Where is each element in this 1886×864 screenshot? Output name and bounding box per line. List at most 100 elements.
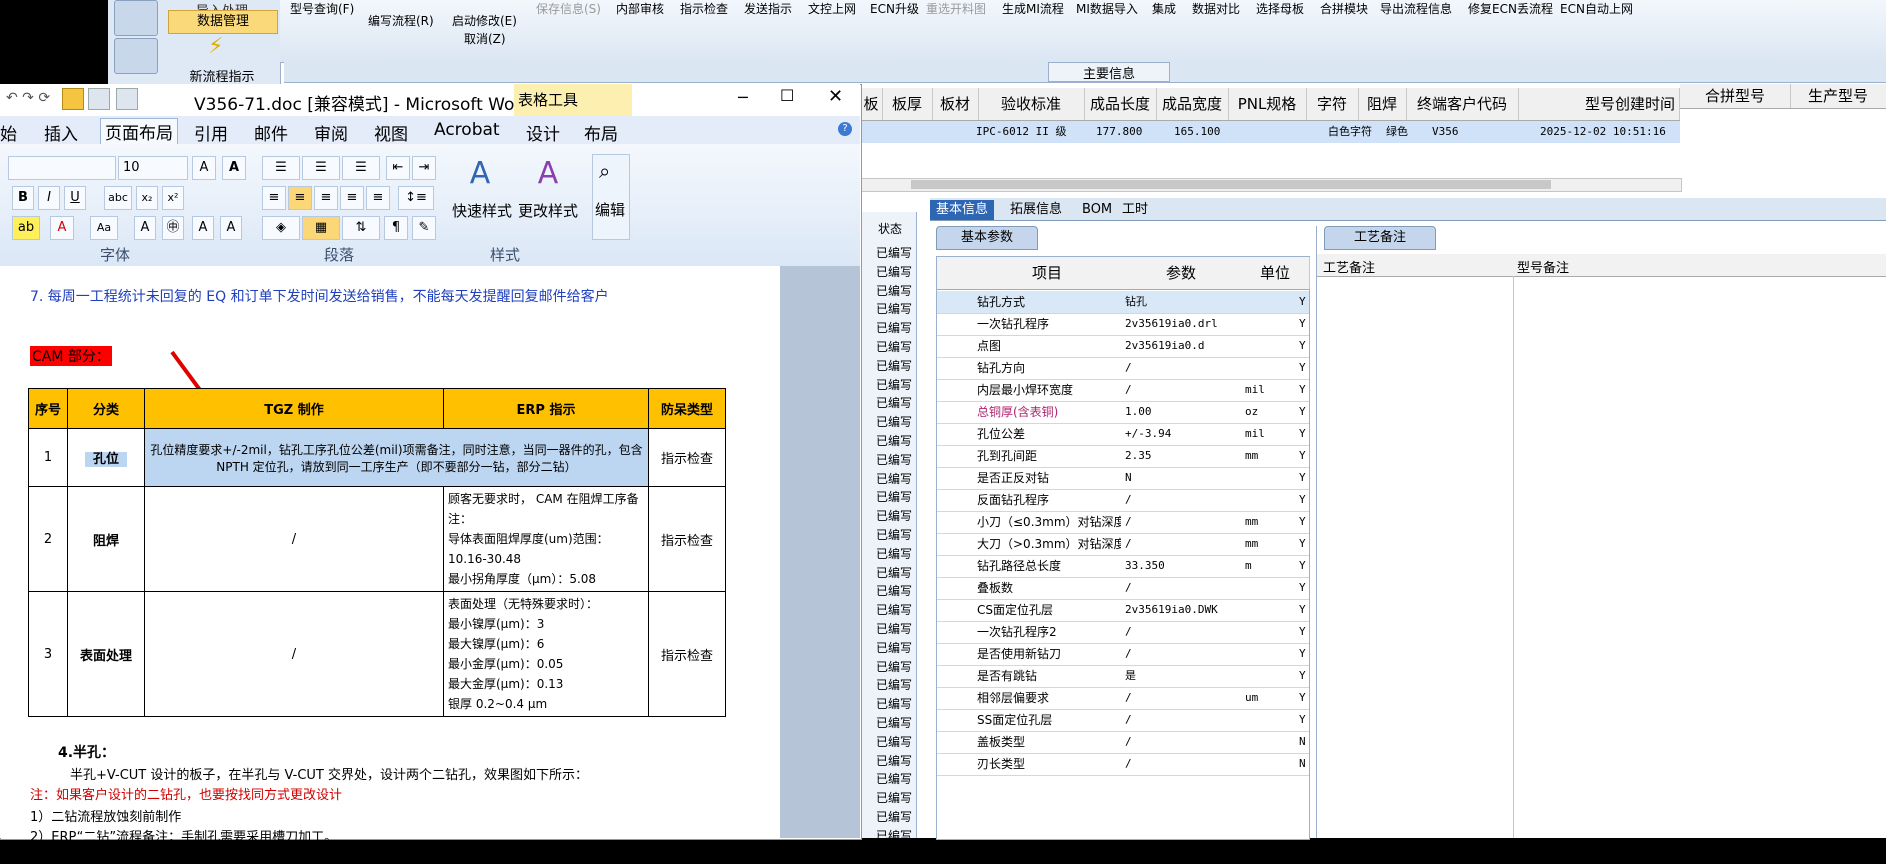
quick-style-button[interactable]: 快速样式 (452, 200, 512, 221)
multilevel-icon[interactable]: ☰ (342, 156, 380, 180)
tb-select-mother[interactable]: 选择母板 (1256, 0, 1304, 17)
asian-layout-icon[interactable]: ✎ (412, 216, 436, 240)
tab-process-notes[interactable]: 工艺备注 (1324, 226, 1436, 250)
params-row[interactable]: SS面定位孔层 / Y (937, 709, 1309, 732)
nav-item-data-management[interactable]: 数据管理 (168, 10, 278, 34)
tab-basic-info[interactable]: 基本信息 (930, 200, 995, 220)
params-row[interactable]: 钻孔路径总长度 33.350 m Y (937, 555, 1309, 578)
italic-icon[interactable]: I (38, 186, 60, 210)
col-customer[interactable]: 终端客户代码 (1406, 88, 1519, 120)
tab-basic-params[interactable]: 基本参数 (936, 226, 1038, 250)
ribbon-tab-insert[interactable]: 插入 (44, 120, 78, 145)
justify-icon[interactable]: ≡ (340, 186, 364, 210)
increase-indent-icon[interactable]: ⇥ (412, 156, 436, 180)
tab-bom[interactable]: BOM (1076, 200, 1118, 220)
tb-internal-review[interactable]: 内部审核 (616, 0, 664, 17)
params-row[interactable]: 钻孔方式 钻孔 Y (937, 291, 1309, 314)
align-center-icon[interactable]: ≡ (288, 186, 312, 210)
change-style-button[interactable]: 更改样式 (518, 200, 578, 221)
quick-style-icon[interactable]: A (462, 156, 498, 196)
numbering-icon[interactable]: ☰ (302, 156, 340, 180)
ribbon-tab-view[interactable]: 视图 (374, 120, 408, 145)
col-thickness[interactable]: 板厚 (882, 88, 933, 120)
grow-font-icon[interactable]: A (192, 156, 216, 180)
tb-reselect[interactable]: 重选开料图 (926, 0, 986, 17)
tb-start-modify[interactable]: 启动修改(E) (452, 12, 517, 29)
col-material[interactable]: 板材 (932, 88, 979, 120)
underline-icon[interactable]: U (64, 186, 86, 210)
tb-mi-import[interactable]: MI数据导入 (1076, 0, 1138, 17)
params-row[interactable]: 一次钻孔程序2 / Y (937, 621, 1309, 644)
superscript-icon[interactable]: x² (162, 186, 184, 210)
tb-repair-ecn[interactable]: 修复ECN丢流程 (1468, 0, 1553, 17)
strikethrough-icon[interactable]: abc (104, 186, 132, 210)
col-pnl[interactable]: PNL规格 (1228, 88, 1307, 120)
font-color-icon[interactable]: A (50, 216, 74, 240)
tb-publish[interactable]: 文控上网 (808, 0, 856, 17)
tb-integrate[interactable]: 集成 (1152, 0, 1176, 17)
params-row[interactable]: 叠板数 / Y (937, 577, 1309, 600)
ribbon-tab-home[interactable]: 始 (0, 120, 17, 145)
grid-scrollbar[interactable] (860, 178, 1682, 192)
params-row[interactable]: 相邻层偏要求 / um Y (937, 687, 1309, 710)
tb-instruction-check[interactable]: 指示检查 (680, 0, 728, 17)
ribbon-tab-mailings[interactable]: 邮件 (254, 120, 288, 145)
shading-icon[interactable]: ◈ (262, 216, 300, 240)
show-marks-icon[interactable]: ¶ (384, 216, 408, 240)
tb-send-instruction[interactable]: 发送指示 (744, 0, 792, 17)
notes-col-model[interactable]: 型号备注 (1517, 257, 1569, 276)
params-row[interactable]: 内层最小焊环宽度 / mil Y (937, 379, 1309, 402)
params-row[interactable]: 孔位公差 +/-3.94 mil Y (937, 423, 1309, 446)
scrollbar-thumb[interactable] (911, 180, 1551, 189)
align-right-icon[interactable]: ≡ (314, 186, 338, 210)
params-row[interactable]: 盖板类型 / N (937, 731, 1309, 754)
tb-ecn-upgrade[interactable]: ECN升级 (870, 0, 919, 17)
params-row[interactable]: 一次钻孔程序 2v35619ia0.drl Y (937, 313, 1309, 336)
params-row[interactable]: 是否有跳钻 是 Y (937, 665, 1309, 688)
col-prod-model[interactable]: 生产型号 (1790, 84, 1886, 108)
ribbon-tab-acrobat[interactable]: Acrobat (434, 120, 500, 140)
distribute-icon[interactable]: ≡ (366, 186, 390, 210)
params-row[interactable]: 小刀（≤0.3mm）对钻深度 / mm Y (937, 511, 1309, 534)
change-style-icon[interactable]: A (530, 156, 566, 196)
maximize-icon[interactable]: ☐ (780, 86, 794, 105)
ribbon-tab-design[interactable]: 设计 (526, 120, 560, 145)
tb-merge[interactable]: 合拼模块 (1320, 0, 1368, 17)
char-border-icon[interactable]: A (222, 156, 246, 180)
font-size-box[interactable]: 10 (118, 156, 188, 180)
status-header[interactable]: 状态 (878, 220, 918, 238)
col-width[interactable]: 成品宽度 (1156, 88, 1229, 120)
decrease-indent-icon[interactable]: ⇤ (386, 156, 410, 180)
tb-model-query[interactable]: 型号查询(F) (290, 0, 354, 17)
spelling-icon[interactable] (116, 88, 138, 110)
params-row[interactable]: CS面定位孔层 2v35619ia0.DWK Y (937, 599, 1309, 622)
close-icon[interactable]: ✕ (828, 86, 843, 107)
tb-save[interactable]: 保存信息(S) (536, 0, 601, 17)
col-created[interactable]: 型号创建时间 (1518, 88, 1680, 120)
enclose-char-icon[interactable]: ㊥ (162, 216, 184, 240)
tb-ecn-auto[interactable]: ECN自动上网 (1560, 0, 1633, 17)
params-col-item[interactable]: 项目 (973, 257, 1122, 290)
params-row[interactable]: 钻孔方向 / Y (937, 357, 1309, 380)
help-icon[interactable]: ? (838, 122, 852, 136)
bold-icon[interactable]: B (12, 186, 34, 210)
ribbon-tab-layout[interactable]: 布局 (584, 120, 618, 145)
open-folder-icon[interactable] (62, 88, 84, 110)
align-left-icon[interactable]: ≡ (262, 186, 286, 210)
subscript-icon[interactable]: x₂ (136, 186, 158, 210)
print-preview-icon[interactable] (88, 88, 110, 110)
col-solder[interactable]: 阻焊 (1358, 88, 1407, 120)
font-name-box[interactable] (8, 156, 116, 180)
sort-icon[interactable]: ⇅ (342, 216, 380, 240)
tb-write-flow[interactable]: 编写流程(R) (368, 12, 434, 29)
table-tools-tab[interactable]: 表格工具 (514, 84, 632, 116)
tb-export[interactable]: 导出流程信息 (1380, 0, 1452, 17)
font-grow-icon[interactable]: A (192, 216, 214, 240)
col-char[interactable]: 字符 (1306, 88, 1359, 120)
change-case-icon[interactable]: Aa (90, 216, 118, 240)
notes-col-process[interactable]: 工艺备注 (1323, 257, 1375, 276)
params-row[interactable]: 刃长类型 / N (937, 753, 1309, 776)
params-row[interactable]: 是否使用新钻刀 / Y (937, 643, 1309, 666)
borders-icon[interactable]: ▦ (302, 216, 340, 240)
line-spacing-icon[interactable]: ↕≡ (398, 186, 434, 210)
